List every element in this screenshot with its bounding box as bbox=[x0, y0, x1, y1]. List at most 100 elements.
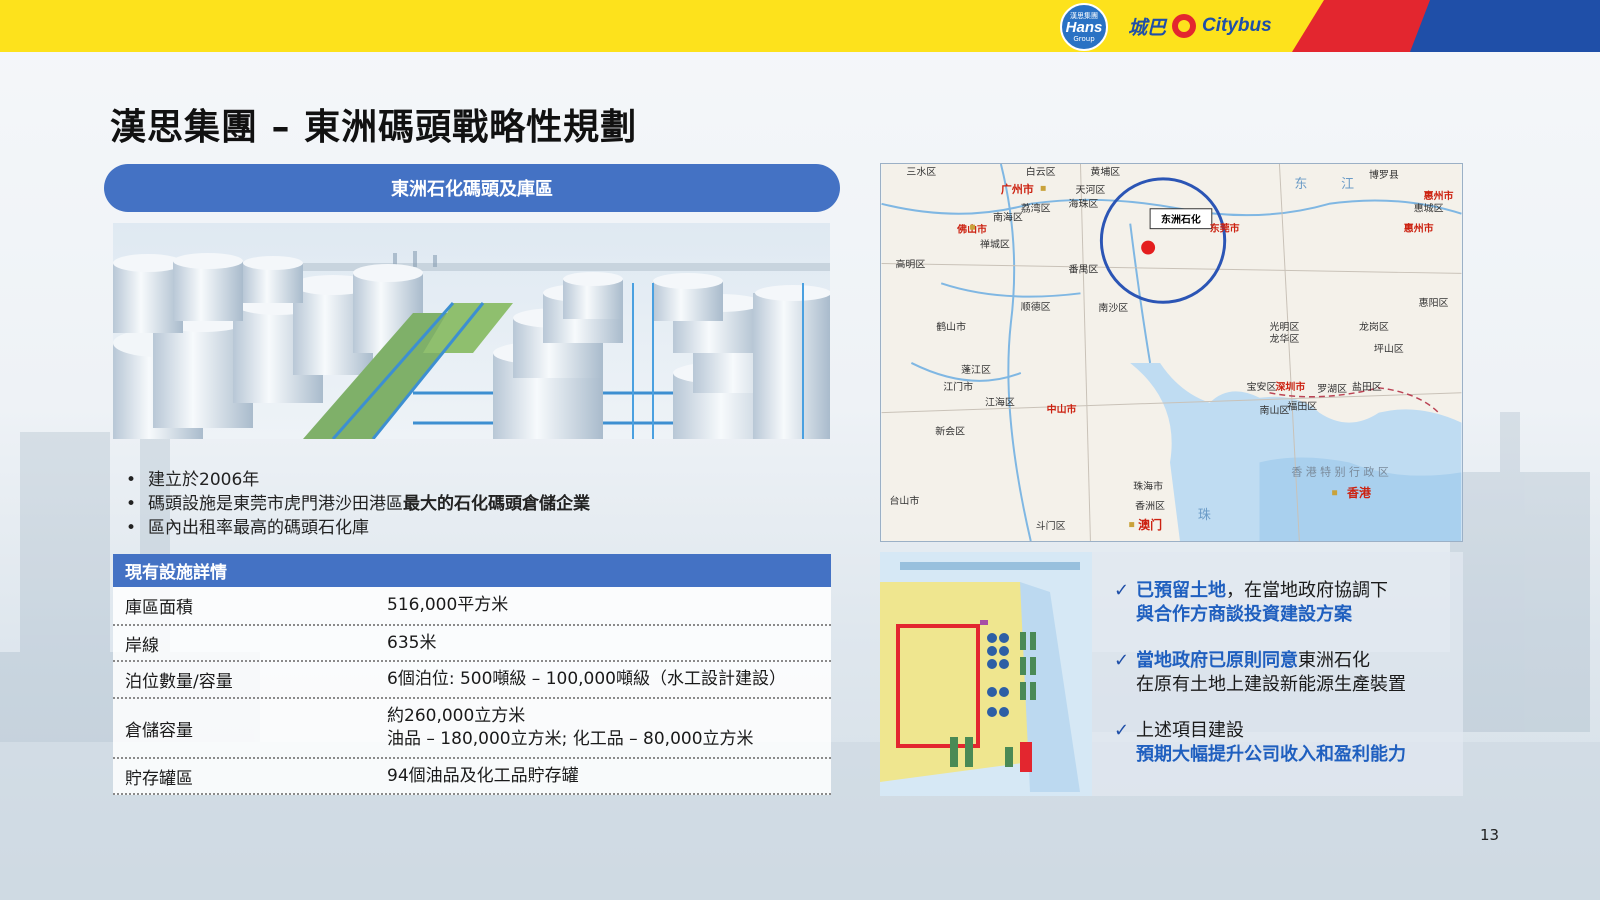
map-label: 荔湾区 bbox=[1021, 202, 1051, 215]
point-text: 東洲石化 bbox=[1298, 650, 1370, 671]
table-row: 泊位數量/容量 6個泊位: 500噸級 – 100,000噸級（水工設計建設） bbox=[113, 662, 831, 699]
regional-map: 东洲石化 三水区 白云区 黄埔区 博罗县 惠州市 惠城区 惠州市 广州市 天河区… bbox=[880, 163, 1463, 542]
row-value: 6個泊位: 500噸級 – 100,000噸級（水工設計建設） bbox=[387, 669, 787, 689]
bullet-item: 建立於2006年 bbox=[120, 468, 590, 492]
hans-logo-main: Hans bbox=[1065, 18, 1103, 36]
map-label: 福田区 bbox=[1287, 400, 1317, 413]
point-highlight: 預期大幅提升公司收入和盈利能力 bbox=[1136, 744, 1406, 765]
table-row: 岸線 635米 bbox=[113, 626, 831, 662]
map-label: 珠海市 bbox=[1133, 479, 1163, 492]
tank-farm-photo bbox=[113, 223, 830, 439]
map-label: 南海区 bbox=[993, 211, 1023, 224]
map-label: 天河区 bbox=[1076, 184, 1106, 196]
map-label: 南山区 bbox=[1260, 404, 1290, 417]
check-icon: ✓ bbox=[1114, 580, 1130, 601]
hans-logo-group: Group bbox=[1073, 34, 1095, 43]
point-text: 上述項目建設 bbox=[1136, 720, 1244, 741]
map-label: 惠州市 bbox=[1424, 189, 1454, 202]
strategy-point: ✓ 上述項目建設 預期大幅提升公司收入和盈利能力 bbox=[1114, 719, 1406, 767]
bullet-bold-text: 最大的石化碼頭倉儲企業 bbox=[403, 494, 590, 514]
map-label: 惠阳区 bbox=[1419, 296, 1449, 309]
row-value: 約260,000立方米 bbox=[387, 706, 526, 726]
banner-blue-stripe bbox=[1410, 0, 1600, 52]
map-label: 禅城区 bbox=[980, 238, 1010, 251]
hans-group-logo: 漢思集團 Hans Group bbox=[1060, 3, 1108, 51]
map-label: 龙岗区 bbox=[1359, 320, 1389, 333]
map-label: 宝安区 bbox=[1247, 380, 1277, 393]
check-icon: ✓ bbox=[1114, 720, 1130, 741]
map-label: 香洲区 bbox=[1135, 500, 1165, 512]
row-value-2: 油品 – 180,000立方米; 化工品 – 80,000立方米 bbox=[387, 729, 754, 749]
map-label: 中山市 bbox=[1047, 403, 1077, 416]
top-banner: 漢思集團 Hans Group 城巴 Citybus bbox=[0, 0, 1600, 52]
page-title: 漢思集團 – 東洲碼頭戰略性規劃 bbox=[110, 107, 638, 148]
strategy-points: ✓ 已預留土地，在當地政府協調下 與合作方商談投資建設方案 ✓ 當地政府已原則同… bbox=[1092, 552, 1463, 796]
row-value: 516,000平方米 bbox=[387, 595, 509, 615]
map-label: 高明区 bbox=[895, 257, 925, 270]
map-label: 江海区 bbox=[985, 396, 1015, 409]
table-header: 現有設施詳情 bbox=[113, 554, 831, 587]
section-pill: 東洲石化碼頭及庫區 bbox=[104, 164, 840, 212]
point-highlight: 已預留土地 bbox=[1136, 580, 1226, 601]
table-row: 庫區面積 516,000平方米 bbox=[113, 587, 831, 626]
map-label: 深圳市 bbox=[1275, 380, 1305, 393]
citybus-en: Citybus bbox=[1202, 15, 1272, 36]
bullet-item: 區內出租率最高的碼頭石化庫 bbox=[120, 516, 590, 540]
map-label: 三水区 bbox=[906, 166, 936, 178]
map-label-dongzhou: 东洲石化 bbox=[1161, 213, 1201, 226]
point-text: 在原有土地上建設新能源生產裝置 bbox=[1136, 674, 1406, 695]
point-highlight: 與合作方商談投資建設方案 bbox=[1136, 604, 1352, 625]
map-label: 海珠区 bbox=[1069, 197, 1099, 210]
facility-table: 現有設施詳情 庫區面積 516,000平方米 岸線 635米 泊位數量/容量 6… bbox=[113, 554, 831, 795]
map-label: 香 港 特 别 行 政 区 bbox=[1291, 464, 1388, 478]
map-label: 光明区 bbox=[1269, 320, 1299, 333]
bullet-text: 區內出租率最高的碼頭石化庫 bbox=[148, 518, 369, 538]
map-label: 东 bbox=[1294, 177, 1307, 192]
citybus-logo: 城巴 Citybus bbox=[1128, 12, 1272, 40]
row-label: 泊位數量/容量 bbox=[125, 672, 233, 692]
map-label: 澳门 bbox=[1138, 518, 1162, 532]
row-label: 岸線 bbox=[125, 635, 159, 656]
facility-bullets: 建立於2006年 碼頭設施是東莞市虎門港沙田港區最大的石化碼頭倉儲企業 區內出租… bbox=[120, 468, 590, 540]
map-label: 惠城区 bbox=[1414, 202, 1444, 215]
map-label: 斗门区 bbox=[1036, 519, 1066, 532]
map-label: 龙华区 bbox=[1269, 332, 1299, 345]
map-label: 江 bbox=[1341, 177, 1354, 192]
map-label: 坪山区 bbox=[1374, 342, 1404, 355]
strategy-point: ✓ 已預留土地，在當地政府協調下 與合作方商談投資建設方案 bbox=[1114, 579, 1388, 627]
map-label: 罗湖区 bbox=[1317, 383, 1347, 395]
site-plan bbox=[880, 552, 1092, 796]
map-label: 博罗县 bbox=[1369, 168, 1399, 181]
point-highlight: 當地政府已原則同意 bbox=[1136, 650, 1298, 671]
map-label: 惠州市 bbox=[1404, 222, 1434, 235]
bullet-text: 碼頭設施是東莞市虎門港沙田港區 bbox=[148, 494, 403, 514]
map-label: 盐田区 bbox=[1352, 380, 1382, 393]
map-label: 南沙区 bbox=[1098, 301, 1128, 314]
check-icon: ✓ bbox=[1114, 650, 1130, 671]
map-label: 台山市 bbox=[889, 494, 919, 507]
map-label: 顺德区 bbox=[1021, 300, 1051, 313]
row-label: 貯存罐區 bbox=[125, 768, 193, 789]
map-label: 蓬江区 bbox=[961, 364, 991, 376]
map-label: 白云区 bbox=[1026, 165, 1056, 178]
table-row: 貯存罐區 94個油品及化工品貯存罐 bbox=[113, 759, 831, 795]
map-label: 东莞市 bbox=[1210, 222, 1240, 235]
strategy-point: ✓ 當地政府已原則同意東洲石化 在原有土地上建設新能源生產裝置 bbox=[1114, 649, 1406, 697]
map-label: 新会区 bbox=[935, 425, 965, 438]
map-label: 香港 bbox=[1346, 486, 1372, 500]
citybus-mark-icon bbox=[1172, 14, 1197, 38]
row-value: 635米 bbox=[387, 632, 437, 653]
page-number: 13 bbox=[1480, 826, 1500, 844]
bullet-text: 建立於2006年 bbox=[148, 470, 260, 490]
map-label: 黄埔区 bbox=[1090, 165, 1120, 178]
row-label: 倉儲容量 bbox=[125, 720, 193, 741]
row-label: 庫區面積 bbox=[125, 598, 193, 618]
point-text: ，在當地政府協調下 bbox=[1226, 580, 1388, 601]
table-row: 倉儲容量 約260,000立方米 油品 – 180,000立方米; 化工品 – … bbox=[113, 699, 831, 759]
bullet-item: 碼頭設施是東莞市虎門港沙田港區最大的石化碼頭倉儲企業 bbox=[120, 492, 590, 516]
map-label: 广州市 bbox=[1001, 182, 1034, 196]
map-label: 江门市 bbox=[943, 380, 973, 393]
citybus-zh: 城巴 bbox=[1128, 16, 1167, 39]
row-value: 94個油品及化工品貯存罐 bbox=[387, 765, 579, 786]
map-label: 鹤山市 bbox=[936, 320, 966, 333]
